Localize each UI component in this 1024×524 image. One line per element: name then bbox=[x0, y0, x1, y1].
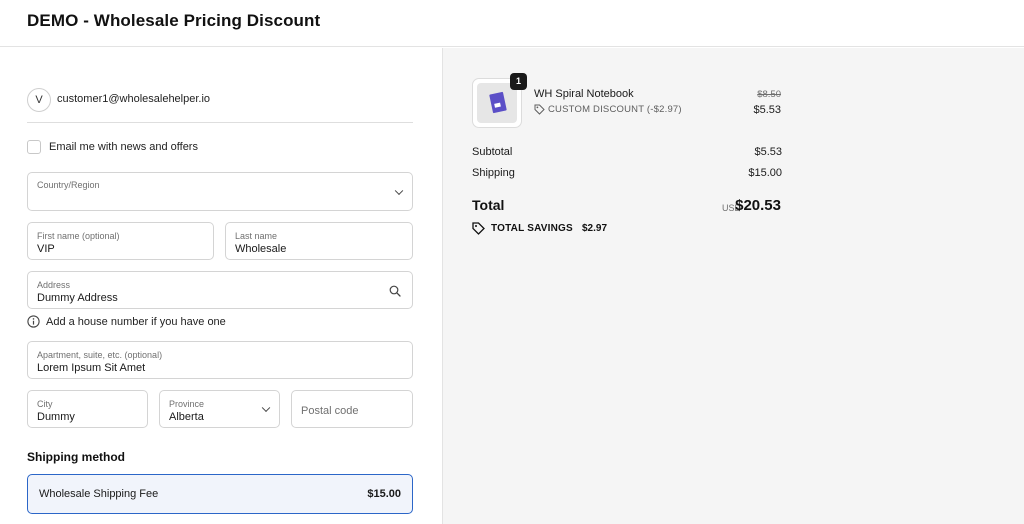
total-savings-label: TOTAL SAVINGS bbox=[491, 223, 573, 234]
address-field[interactable]: Address Dummy Address bbox=[27, 271, 413, 309]
apartment-label: Apartment, suite, etc. (optional) bbox=[37, 350, 163, 360]
page-header: DEMO - Wholesale Pricing Discount bbox=[0, 0, 1024, 47]
info-icon bbox=[27, 315, 40, 328]
city-label: City bbox=[37, 399, 53, 409]
province-value[interactable]: Alberta bbox=[169, 411, 204, 423]
total-savings-value: $2.97 bbox=[582, 223, 608, 234]
product-price: $5.53 bbox=[753, 104, 781, 116]
avatar[interactable]: V bbox=[27, 88, 51, 112]
total-savings: TOTAL SAVINGS $2.97 bbox=[472, 222, 672, 236]
product-name: WH Spiral Notebook bbox=[534, 88, 634, 100]
checkout-form-panel: V customer1@wholesalehelper.io Email me … bbox=[0, 48, 442, 524]
city-field[interactable]: City Dummy bbox=[27, 390, 148, 428]
total-label: Total bbox=[472, 197, 505, 213]
notebook-icon bbox=[489, 91, 507, 114]
subtotal-row: Subtotal $5.53 bbox=[472, 146, 782, 160]
province-label: Province bbox=[169, 399, 205, 409]
subtotal-label: Subtotal bbox=[472, 146, 513, 158]
country-select[interactable]: Country/Region bbox=[27, 172, 413, 211]
postal-code-field[interactable]: Postal code bbox=[291, 390, 413, 428]
apartment-value[interactable]: Lorem Ipsum Sit Amet bbox=[37, 362, 145, 374]
chevron-down-icon bbox=[394, 186, 404, 195]
shipping-option-name: Wholesale Shipping Fee bbox=[39, 488, 159, 500]
apartment-field[interactable]: Apartment, suite, etc. (optional) Lorem … bbox=[27, 341, 413, 379]
postal-code-placeholder[interactable]: Postal code bbox=[301, 405, 358, 417]
marketing-checkbox[interactable] bbox=[27, 140, 41, 154]
shipping-label: Shipping bbox=[472, 167, 515, 179]
subtotal-value: $5.53 bbox=[754, 146, 782, 158]
product-discount: CUSTOM DISCOUNT (-$2.97) bbox=[548, 104, 682, 115]
shipping-option[interactable]: Wholesale Shipping Fee $15.00 bbox=[27, 474, 413, 514]
search-icon[interactable] bbox=[389, 285, 401, 297]
account-row[interactable]: V customer1@wholesalehelper.io bbox=[27, 88, 413, 123]
address-value[interactable]: Dummy Address bbox=[37, 292, 118, 304]
country-label: Country/Region bbox=[37, 180, 100, 190]
product-original-price: $8.50 bbox=[757, 89, 781, 100]
quantity-badge: 1 bbox=[510, 73, 527, 90]
first-name-label: First name (optional) bbox=[37, 231, 120, 241]
marketing-checkbox-label[interactable]: Email me with news and offers bbox=[49, 141, 198, 153]
province-select[interactable]: Province Alberta bbox=[159, 390, 280, 428]
store-title[interactable]: DEMO - Wholesale Pricing Discount bbox=[27, 11, 320, 31]
address-label: Address bbox=[37, 280, 71, 290]
tag-icon bbox=[472, 222, 485, 235]
address-hint-text: Add a house number if you have one bbox=[46, 316, 226, 328]
last-name-label: Last name bbox=[235, 231, 278, 241]
order-summary-panel: 1 WH Spiral Notebook CUSTOM DISCOUNT (-$… bbox=[442, 48, 1024, 524]
first-name-field[interactable]: First name (optional) VIP bbox=[27, 222, 214, 260]
shipping-value: $15.00 bbox=[748, 167, 782, 179]
account-email: customer1@wholesalehelper.io bbox=[57, 93, 211, 105]
marketing-opt-in[interactable]: Email me with news and offers bbox=[27, 140, 327, 156]
total-value: $20.53 bbox=[735, 197, 781, 214]
shipping-option-price: $15.00 bbox=[367, 488, 401, 500]
city-value[interactable]: Dummy bbox=[37, 411, 75, 423]
address-hint: Add a house number if you have one bbox=[27, 315, 407, 331]
chevron-down-icon bbox=[261, 403, 271, 413]
shipping-row: Shipping $15.00 bbox=[472, 167, 782, 181]
first-name-value[interactable]: VIP bbox=[37, 243, 55, 255]
last-name-field[interactable]: Last name Wholesale bbox=[225, 222, 413, 260]
shipping-method-heading: Shipping method bbox=[27, 450, 125, 464]
last-name-value[interactable]: Wholesale bbox=[235, 243, 286, 255]
tag-icon bbox=[534, 104, 545, 115]
